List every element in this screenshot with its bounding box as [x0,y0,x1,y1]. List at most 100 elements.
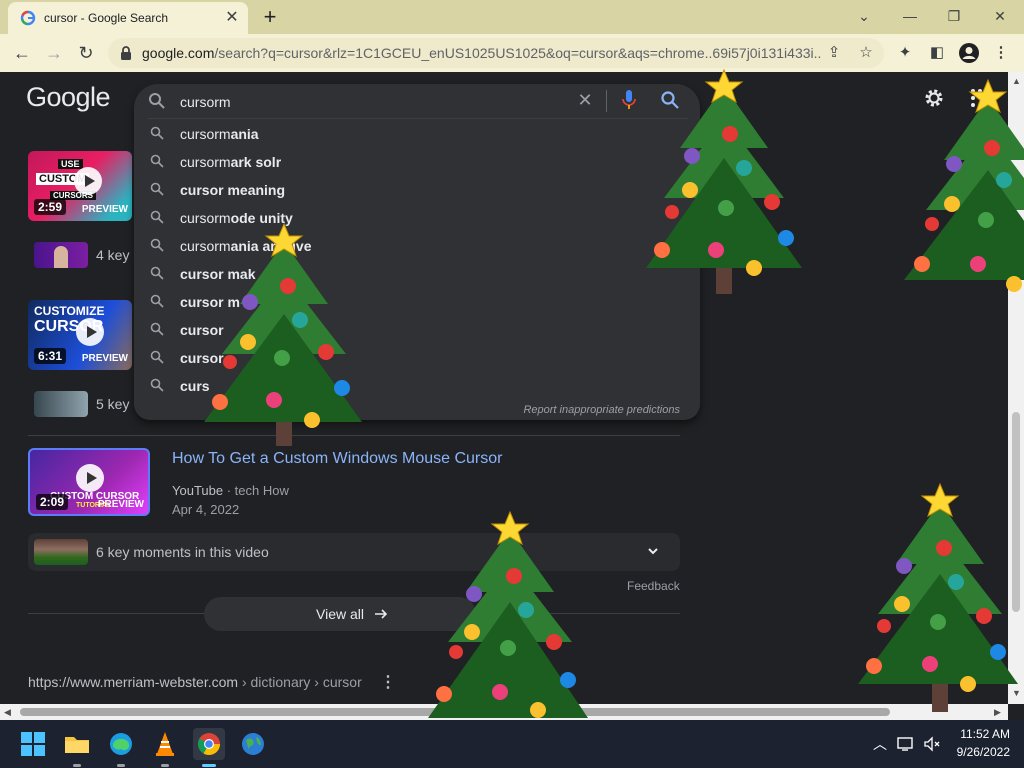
tab-close-icon[interactable]: ✕ [222,8,242,28]
vertical-scroll-thumb[interactable] [1012,412,1020,612]
preview-label: PREVIEW [97,499,144,510]
view-all-button[interactable]: View all [204,597,476,631]
more-options-icon[interactable]: ⋮ [380,672,396,691]
windows-start-icon[interactable] [17,728,49,760]
url-text: google.com/search?q=cursor&rlz=1C1GCEU_e… [142,45,822,61]
play-icon [76,464,104,492]
forward-icon[interactable]: → [40,39,68,67]
key-moment-thumbnail [34,391,88,417]
suggestion-item[interactable]: cursor meaning [134,176,700,204]
browser-tab[interactable]: cursor - Google Search ✕ [8,2,248,34]
volume-muted-icon[interactable] [922,734,942,754]
horizontal-scroll-thumb[interactable] [20,708,890,716]
network-icon[interactable] [896,734,916,754]
result-date: Apr 4, 2022 [172,502,240,517]
suggestion-item[interactable]: cursormania [134,120,700,148]
feedback-link[interactable]: Feedback [627,579,680,593]
video-duration: 2:59 [34,199,67,215]
search-icon [149,93,165,109]
extensions-icon[interactable]: ✦ [894,42,916,64]
search-icon [150,322,164,336]
result-divider [28,435,680,436]
lock-icon [121,46,131,60]
clear-search-icon[interactable]: ✕ [574,89,596,111]
search-autocomplete: ✕ cursormania cursormark solr cursor mea… [134,84,700,420]
play-icon [74,167,102,195]
search-icon [150,294,164,308]
vlc-icon[interactable] [149,728,181,767]
scroll-left-icon[interactable]: ◀ [4,707,11,718]
video-thumbnail[interactable]: CUSTOM CURSOR TUTORIAL 2:09 PREVIEW [28,448,150,516]
browser-toolbar: ← → ↻ google.com/search?q=cursor&rlz=1C1… [0,34,1024,72]
chrome-icon[interactable] [193,728,225,767]
close-window-button[interactable]: ✕ [982,4,1018,28]
tab-strip: cursor - Google Search ✕ + ⌄ — ❐ ✕ [0,0,1024,34]
side-panel-icon[interactable]: ◧ [926,42,948,64]
edge-browser-icon[interactable] [105,728,137,767]
settings-gear-icon[interactable] [922,86,946,110]
preview-label: PREVIEW [81,204,128,215]
back-icon[interactable]: ← [8,39,36,67]
restore-button[interactable]: ❐ [936,4,972,28]
video-thumbnail[interactable]: USE CUSTOM CURSORS 2:59 PREVIEW [28,151,132,221]
result-source: YouTube · tech How [172,483,289,498]
search-input[interactable] [180,90,560,114]
address-bar[interactable]: google.com/search?q=cursor&rlz=1C1GCEU_e… [108,38,884,68]
key-moments-label: 5 key [96,396,130,412]
search-box-divider [148,118,688,119]
profile-avatar-icon[interactable] [958,42,980,64]
suggestion-item[interactable]: cursor mak [134,260,700,288]
suggestion-item[interactable]: cursor [134,316,700,344]
search-icon [150,126,164,140]
suggestion-item[interactable]: cursor m [134,288,700,316]
preview-label: PREVIEW [81,353,128,364]
share-icon[interactable]: ⇪ [824,43,844,63]
search-divider [606,90,607,112]
chevron-down-icon[interactable] [646,544,660,558]
suggestion-item[interactable]: cursormania archive [134,232,700,260]
suggestion-list: cursormania cursormark solr cursor meani… [134,120,700,400]
play-icon [76,318,104,346]
result-title-link[interactable]: How To Get a Custom Windows Mouse Cursor [172,450,502,468]
new-tab-button[interactable]: + [256,4,284,32]
google-logo[interactable]: Google [26,82,111,113]
result-citation[interactable]: https://www.merriam-webster.com › dictio… [28,674,362,690]
scroll-up-icon[interactable]: ▲ [1012,76,1021,86]
video-thumbnail[interactable]: CUSTOMIZE CURSOR 6:31 PREVIEW [28,300,132,370]
apps-grid-icon[interactable] [970,88,990,108]
suggestion-item[interactable]: cursor [134,344,700,372]
search-icon [150,238,164,252]
file-explorer-icon[interactable] [61,728,93,767]
minimize-button[interactable]: — [892,4,928,28]
globe-app-icon[interactable] [237,728,269,760]
key-moment-thumbnail [34,539,88,565]
horizontal-scrollbar[interactable]: ◀ ▶ [0,704,1008,720]
clock-time[interactable]: 11:52 AM [950,727,1010,741]
suggestion-item[interactable]: cursormode unity [134,204,700,232]
windows-taskbar: ︿ 11:52 AM 9/26/2022 [0,720,1024,768]
tab-search-icon[interactable]: ⌄ [846,4,882,28]
microphone-icon[interactable] [620,89,638,111]
bookmark-star-icon[interactable]: ☆ [856,43,876,63]
tab-title: cursor - Google Search [44,11,169,25]
clock-date[interactable]: 9/26/2022 [940,745,1010,759]
video-duration: 6:31 [34,348,67,364]
key-moments-row[interactable]: 6 key moments in this video [28,533,680,571]
tray-overflow-icon[interactable]: ︿ [870,734,890,754]
search-results-page: Google ✕ [0,72,1008,704]
report-predictions-link[interactable]: Report inappropriate predictions [523,404,680,416]
key-moments-label: 6 key moments in this video [96,544,269,560]
vertical-scrollbar[interactable]: ▲ ▼ [1008,72,1024,704]
search-icon [150,154,164,168]
menu-dots-icon[interactable]: ⋮ [990,42,1012,64]
scroll-down-icon[interactable]: ▼ [1012,688,1021,698]
suggestion-item[interactable]: curs [134,372,700,400]
suggestion-item[interactable]: cursormark solr [134,148,700,176]
scroll-right-icon[interactable]: ▶ [994,707,1001,718]
key-moments-label: 4 key [96,247,130,263]
search-icon [150,378,164,392]
reload-icon[interactable]: ↻ [72,39,100,67]
search-icon [150,350,164,364]
view-all-label: View all [316,606,364,622]
search-submit-icon[interactable] [660,90,680,110]
